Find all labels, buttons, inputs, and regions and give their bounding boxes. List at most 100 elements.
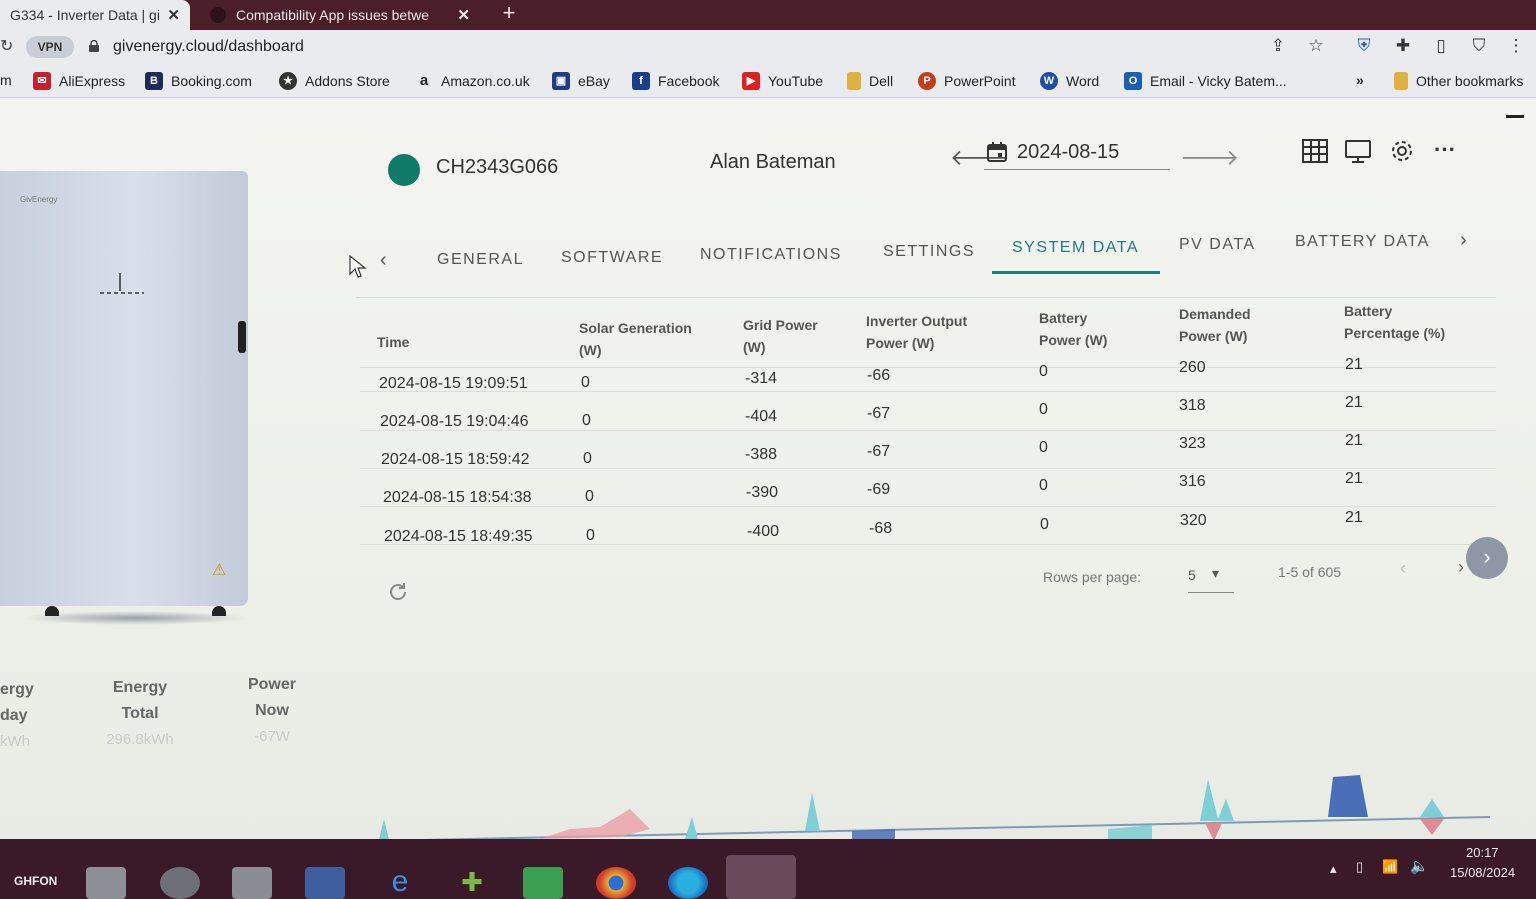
wifi-tray-icon[interactable]: 📶 bbox=[1382, 859, 1398, 875]
cell-inverter-output: -67 bbox=[867, 405, 891, 422]
bookmark-youtube[interactable]: ▶ YouTube bbox=[742, 72, 823, 90]
tab-title: Compatibility App issues betwe bbox=[236, 7, 429, 23]
bookmark-powerpoint[interactable]: P PowerPoint bbox=[918, 72, 1016, 90]
security-shield-icon[interactable]: ⛉ bbox=[1468, 35, 1490, 57]
column-header-time[interactable]: Time bbox=[377, 331, 409, 353]
bookmark-word[interactable]: W Word bbox=[1040, 72, 1099, 90]
browser-tab-inverter-data[interactable]: G334 - Inverter Data | gi ✕ bbox=[0, 0, 190, 30]
stat-value: 296.8kWh bbox=[106, 731, 174, 748]
edge-icon[interactable] bbox=[668, 867, 708, 899]
plus-app-icon[interactable]: ✚ bbox=[452, 867, 492, 899]
volume-tray-icon[interactable]: 🔈 bbox=[1410, 857, 1429, 875]
close-tab-icon[interactable]: ✕ bbox=[457, 6, 470, 24]
reload-icon[interactable]: ↻ bbox=[0, 36, 13, 56]
date-field[interactable]: 2024-08-15 bbox=[1017, 141, 1119, 164]
column-header-battery-percentage[interactable]: Battery Percentage (%) bbox=[1344, 300, 1445, 344]
more-options-icon[interactable]: ··· bbox=[1434, 137, 1456, 163]
file-explorer-icon[interactable] bbox=[86, 867, 126, 899]
bookmark-ebay[interactable]: ▣ eBay bbox=[552, 72, 610, 90]
bookmark-fragment[interactable]: m bbox=[0, 72, 12, 88]
next-date-icon[interactable]: 🡒 bbox=[1180, 145, 1239, 171]
tab-general[interactable]: GENERAL bbox=[437, 251, 524, 269]
start-label[interactable]: GHFON bbox=[14, 874, 57, 888]
tabs-scroll-left-icon[interactable]: ‹ bbox=[380, 249, 387, 272]
close-tab-icon[interactable]: ✕ bbox=[167, 6, 180, 24]
star-icon[interactable]: ☆ bbox=[1305, 35, 1327, 57]
bookmark-label: Word bbox=[1066, 73, 1100, 89]
chrome-icon[interactable] bbox=[596, 867, 636, 899]
previous-page-button[interactable]: ‹ bbox=[1400, 558, 1406, 579]
bookmark-amazon[interactable]: a Amazon.co.uk bbox=[415, 72, 530, 90]
cell-battery-power: 0 bbox=[1039, 401, 1048, 418]
other-bookmarks-folder[interactable]: Other bookmarks bbox=[1394, 72, 1523, 90]
address-bar[interactable]: givenergy.cloud/dashboard bbox=[113, 38, 304, 56]
chevron-down-icon[interactable]: ▾ bbox=[1212, 565, 1219, 582]
internet-explorer-icon[interactable]: e bbox=[380, 867, 420, 899]
column-header-inverter-output[interactable]: Inverter Output Power (W) bbox=[866, 310, 967, 354]
lock-icon[interactable] bbox=[88, 40, 100, 52]
rows-per-page-select[interactable]: 5 bbox=[1188, 567, 1196, 583]
clock-date[interactable]: 15/08/2024 bbox=[1450, 865, 1515, 880]
calendar-icon[interactable] bbox=[986, 141, 1008, 163]
stat-value: -67W bbox=[254, 728, 290, 745]
floating-next-button[interactable]: › bbox=[1466, 537, 1508, 579]
browser-tab-compatibility[interactable]: Compatibility App issues betwe ✕ bbox=[200, 0, 480, 30]
inverter-serial[interactable]: CH2343G066 bbox=[436, 156, 558, 179]
inverter-foot bbox=[45, 606, 59, 616]
side-panel-icon[interactable]: ▯ bbox=[1430, 35, 1452, 57]
control-panel-icon[interactable] bbox=[305, 867, 345, 899]
more-bookmarks-button[interactable]: » bbox=[1356, 72, 1364, 88]
column-header-grid-power[interactable]: Grid Power (W) bbox=[743, 314, 818, 358]
bookmark-dell-folder[interactable]: Dell bbox=[847, 72, 893, 90]
tab-software[interactable]: SOFTWARE bbox=[561, 249, 663, 267]
tab-pv-data[interactable]: PV DATA bbox=[1179, 236, 1256, 254]
bookmark-email[interactable]: O Email - Vicky Batem... bbox=[1124, 72, 1287, 90]
column-header-battery-power[interactable]: Battery Power (W) bbox=[1039, 307, 1107, 351]
cell-battery-power: 0 bbox=[1039, 477, 1048, 494]
bookmark-booking[interactable]: B Booking.com bbox=[145, 72, 252, 90]
battery-tray-icon[interactable]: ▯ bbox=[1356, 859, 1363, 875]
settings-gear-icon[interactable] bbox=[1388, 137, 1416, 165]
rows-per-page-label: Rows per page: bbox=[1043, 569, 1142, 585]
shield-extension-icon[interactable]: ⛨ bbox=[1353, 35, 1375, 57]
column-header-solar-generation[interactable]: Solar Generation (W) bbox=[579, 317, 692, 361]
media-player-icon[interactable] bbox=[160, 867, 200, 899]
cell-inverter-output: -66 bbox=[867, 367, 891, 384]
cell-inverter-output: -68 bbox=[869, 520, 893, 537]
cell-demanded: 320 bbox=[1180, 512, 1207, 529]
header-text: Power (W) bbox=[866, 335, 935, 351]
share-icon[interactable]: ⇪ bbox=[1267, 35, 1289, 57]
bookmark-addons[interactable]: ★ Addons Store bbox=[279, 72, 390, 90]
tab-battery-data[interactable]: BATTERY DATA bbox=[1295, 233, 1430, 251]
grid-view-icon[interactable] bbox=[1301, 137, 1329, 165]
new-tab-button[interactable]: + bbox=[495, 0, 523, 28]
puzzle-extensions-icon[interactable]: ✚ bbox=[1392, 35, 1414, 57]
tab-settings[interactable]: SETTINGS bbox=[883, 243, 975, 261]
collapse-icon[interactable] bbox=[1506, 115, 1524, 118]
tab-notifications[interactable]: NOTIFICATIONS bbox=[700, 246, 842, 264]
column-header-demanded-power[interactable]: Demanded Power (W) bbox=[1179, 303, 1251, 347]
store-icon[interactable] bbox=[523, 867, 563, 899]
active-chrome-window-icon[interactable] bbox=[726, 855, 796, 899]
monitor-icon[interactable] bbox=[1344, 137, 1372, 165]
next-page-button[interactable]: › bbox=[1458, 557, 1464, 578]
clock-time[interactable]: 20:17 bbox=[1466, 845, 1499, 860]
powerpoint-icon: P bbox=[918, 72, 936, 90]
addons-icon: ★ bbox=[279, 72, 297, 90]
browser-menu-icon[interactable]: ⋮ bbox=[1505, 35, 1527, 57]
bookmark-facebook[interactable]: f Facebook bbox=[632, 72, 719, 90]
refresh-icon[interactable] bbox=[387, 581, 409, 603]
stat-value: kWh bbox=[0, 733, 30, 750]
document-icon[interactable] bbox=[232, 867, 272, 899]
vpn-button[interactable]: VPN bbox=[26, 36, 74, 58]
tray-overflow-icon[interactable]: ▴ bbox=[1330, 861, 1337, 877]
status-indicator bbox=[388, 154, 420, 186]
bookmark-aliexpress[interactable]: ✉ AliExpress bbox=[33, 72, 125, 90]
cell-solar: 0 bbox=[585, 488, 594, 505]
bookmark-label: Other bookmarks bbox=[1416, 73, 1524, 89]
outlook-icon: O bbox=[1124, 72, 1142, 90]
tabs-scroll-right-icon[interactable]: › bbox=[1460, 229, 1467, 252]
cell-battery-pct: 21 bbox=[1345, 356, 1363, 373]
cell-battery-pct: 21 bbox=[1345, 470, 1363, 487]
tab-system-data[interactable]: SYSTEM DATA bbox=[1012, 239, 1139, 257]
